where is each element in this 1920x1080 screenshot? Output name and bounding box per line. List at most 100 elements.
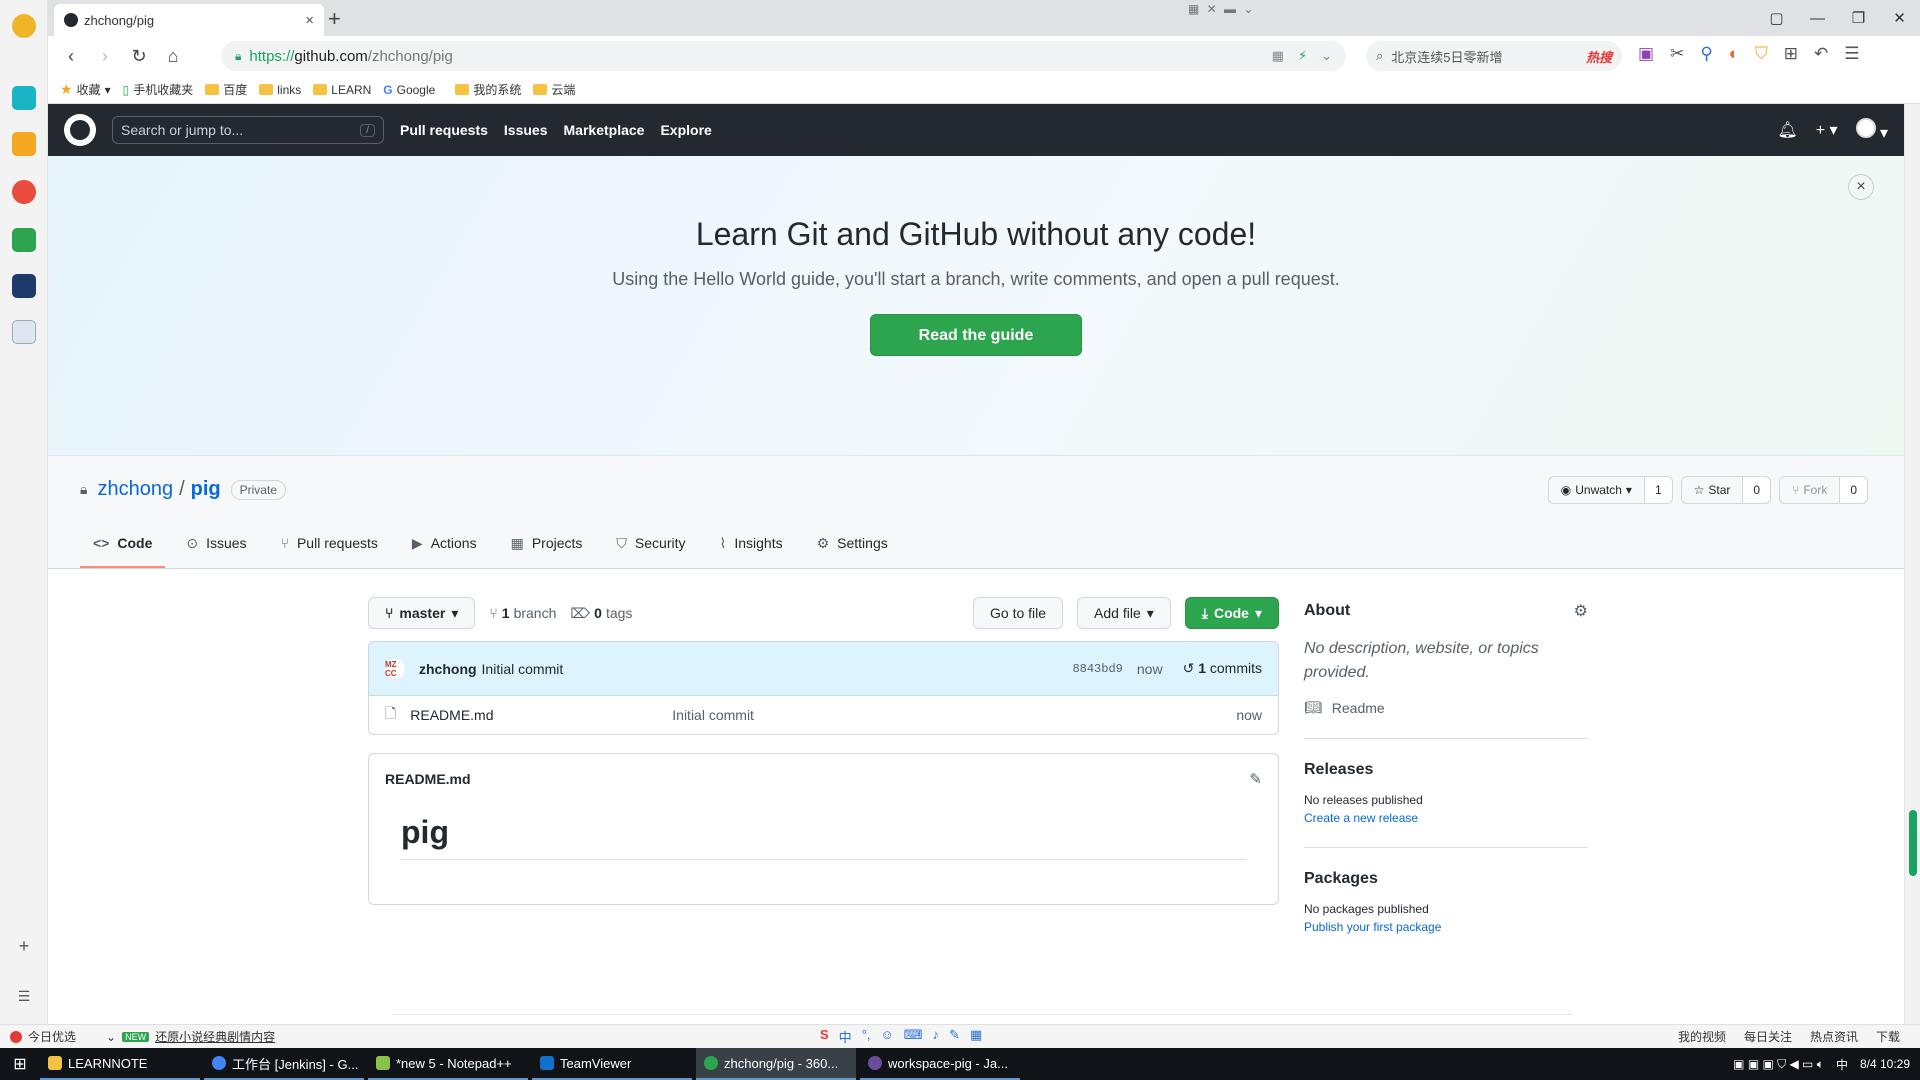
tab-security[interactable]: ⛉ Security (603, 520, 698, 568)
taskbar-item[interactable]: zhchong/pig - 360... (696, 1048, 856, 1080)
avatar[interactable]: MZ CC (385, 658, 405, 679)
speed-icon[interactable]: ⚡ (1298, 48, 1307, 64)
create-release-link[interactable]: Create a new release (1304, 811, 1588, 825)
user-menu[interactable]: ▾ (1855, 117, 1888, 143)
side-app-icon[interactable] (12, 86, 36, 110)
tags-link[interactable]: ⌦ 0 tags (570, 605, 632, 622)
notifications-bell-icon[interactable]: 🔔︎ (1777, 120, 1797, 140)
forward-icon[interactable]: › (88, 46, 122, 67)
tab-settings[interactable]: ⚙ Settings (804, 520, 901, 568)
tab-tools-icon[interactable]: ▦ ✕ ▬ ⌄ (1188, 2, 1255, 16)
tray-apps-icon[interactable]: ▣ ▣ ▣ ⛉ ◀ ▭ 🔈︎ (1733, 1057, 1824, 1072)
window-skin-icon[interactable]: ▢ (1756, 9, 1797, 27)
document-icon[interactable] (12, 320, 36, 344)
bookmark-google[interactable]: G Google (383, 83, 435, 97)
bookmark-folder[interactable]: LEARN (313, 83, 371, 97)
tab-close-icon[interactable]: × (305, 12, 314, 29)
bookmark-folder[interactable]: 我的系统 (455, 81, 521, 98)
taskbar-item[interactable]: workspace-pig - Ja... (860, 1048, 1020, 1080)
bookmark-mobile[interactable]: ▯ 手机收藏夹 (123, 81, 194, 98)
search-box[interactable]: ⌕ 北京连续5日零新增 热搜 (1366, 41, 1622, 71)
taskbar-item[interactable]: TeamViewer (532, 1048, 692, 1080)
today-picks[interactable]: 今日优选 (10, 1028, 76, 1045)
restore-icon[interactable]: ❐ (1838, 9, 1879, 27)
nav-marketplace[interactable]: Marketplace (564, 122, 645, 138)
tab-pull-requests[interactable]: ⑂ Pull requests (268, 520, 391, 568)
tab-projects[interactable]: ▦ Projects (498, 520, 596, 568)
reload-icon[interactable]: ↻ (122, 46, 156, 67)
github-search-input[interactable]: Search or jump to... / (112, 116, 384, 144)
menu-list-icon[interactable]: ☰ (12, 988, 36, 1005)
star-count[interactable]: 0 (1742, 477, 1771, 503)
file-commit-message[interactable]: Initial commit (672, 707, 754, 723)
bookmark-folder[interactable]: 云端 (533, 81, 575, 98)
star-button[interactable]: ☆ Star 0 (1680, 476, 1772, 504)
commit-message[interactable]: Initial commit (482, 661, 564, 677)
repo-name-link[interactable]: pig (191, 478, 221, 501)
fork-count[interactable]: 0 (1839, 477, 1867, 503)
windows-start-icon[interactable]: ⊞ (0, 1054, 40, 1074)
user-avatar-icon[interactable] (12, 14, 36, 38)
handwrite-icon[interactable]: ✎ (949, 1027, 960, 1046)
taskbar-item[interactable]: LEARNNOTE (40, 1048, 200, 1080)
nav-pull-requests[interactable]: Pull requests (400, 122, 488, 138)
browser-tab[interactable]: zhchong/pig × (54, 4, 324, 36)
bookmark-favorites[interactable]: ★ 收藏 ▾ (60, 81, 111, 98)
clock[interactable]: 8/4 10:29 (1860, 1057, 1910, 1071)
close-window-icon[interactable]: ✕ (1879, 9, 1920, 27)
qrcode-icon[interactable]: ▦ (1272, 48, 1284, 64)
taskbar-item[interactable]: *new 5 - Notepad++ (368, 1048, 528, 1080)
fork-button[interactable]: ⑂ Fork 0 (1779, 476, 1868, 504)
daily-follow-link[interactable]: 每日关注 (1744, 1028, 1792, 1045)
readme-link[interactable]: 📖︎ Readme (1304, 699, 1588, 716)
github-logo-icon[interactable] (64, 114, 96, 146)
add-icon[interactable]: + (12, 936, 36, 957)
file-name[interactable]: README.md (410, 707, 672, 723)
publish-package-link[interactable]: Publish your first package (1304, 920, 1588, 934)
banner-close-icon[interactable]: × (1848, 174, 1874, 200)
repo-owner-link[interactable]: zhchong (97, 478, 173, 501)
my-videos-link[interactable]: 我的视频 (1678, 1028, 1726, 1045)
ime-lang-icon[interactable]: 中 (839, 1027, 852, 1046)
download-link[interactable]: 下载 (1876, 1028, 1900, 1045)
new-tab-button[interactable]: + (328, 6, 341, 32)
releases-title[interactable]: Releases (1304, 761, 1588, 779)
home-icon[interactable]: ⌂ (156, 46, 190, 67)
bookmark-folder[interactable]: links (259, 83, 301, 97)
tab-issues[interactable]: ⊙ Issues (173, 520, 259, 568)
news-ticker[interactable]: ⌄ NEW 还原小说经典剧情内容 (106, 1028, 275, 1045)
branch-select-button[interactable]: ⑂ master ▾ (368, 597, 476, 629)
nav-issues[interactable]: Issues (504, 122, 548, 138)
menu-icon[interactable]: ☰ (1844, 44, 1859, 64)
url-dropdown-icon[interactable]: ⌄ (1321, 48, 1332, 64)
shield-icon[interactable]: ⛉ (1755, 44, 1768, 64)
undo-icon[interactable]: ↶ (1814, 44, 1828, 64)
scrollbar-thumb[interactable] (1909, 810, 1917, 876)
page-scrollbar[interactable] (1904, 104, 1920, 1048)
watch-count[interactable]: 1 (1643, 477, 1672, 503)
branches-link[interactable]: ⑂ 1 branch (489, 605, 556, 621)
nav-explore[interactable]: Explore (660, 122, 711, 138)
code-button[interactable]: ⤓ Code ▾ (1184, 597, 1279, 629)
minimize-icon[interactable]: — (1797, 10, 1838, 27)
add-file-button[interactable]: Add file ▾ (1077, 597, 1171, 629)
tab-code[interactable]: <> Code (80, 520, 166, 568)
go-to-file-button[interactable]: Go to file (973, 597, 1064, 629)
voice-icon[interactable]: ♪ (933, 1027, 940, 1046)
ime-punct-icon[interactable]: °, (862, 1027, 871, 1046)
find-icon[interactable]: ⚲ (1700, 44, 1712, 64)
hot-news-link[interactable]: 热点资讯 (1810, 1028, 1858, 1045)
watch-button[interactable]: ◉ Unwatch ▾ 1 (1547, 476, 1673, 504)
create-new-icon[interactable]: + ▾ (1816, 120, 1838, 140)
commit-history-link[interactable]: ↺ 1 commits (1183, 660, 1262, 677)
tab-actions[interactable]: ▶ Actions (399, 520, 490, 568)
url-bar[interactable]: 🔒︎ https:// github.com /zhchong/pig ▦ ⚡ … (221, 41, 1346, 71)
back-icon[interactable]: ‹ (54, 46, 88, 67)
news-app-icon[interactable] (12, 274, 36, 298)
game-icon[interactable]: ◐ (1729, 44, 1739, 64)
commit-author[interactable]: zhchong (419, 661, 477, 677)
packages-title[interactable]: Packages (1304, 870, 1588, 888)
commit-sha[interactable]: 8843bd9 (1072, 662, 1122, 676)
bookmark-folder[interactable]: 百度 (205, 81, 247, 98)
emoji-icon[interactable]: ☺ (881, 1027, 894, 1046)
